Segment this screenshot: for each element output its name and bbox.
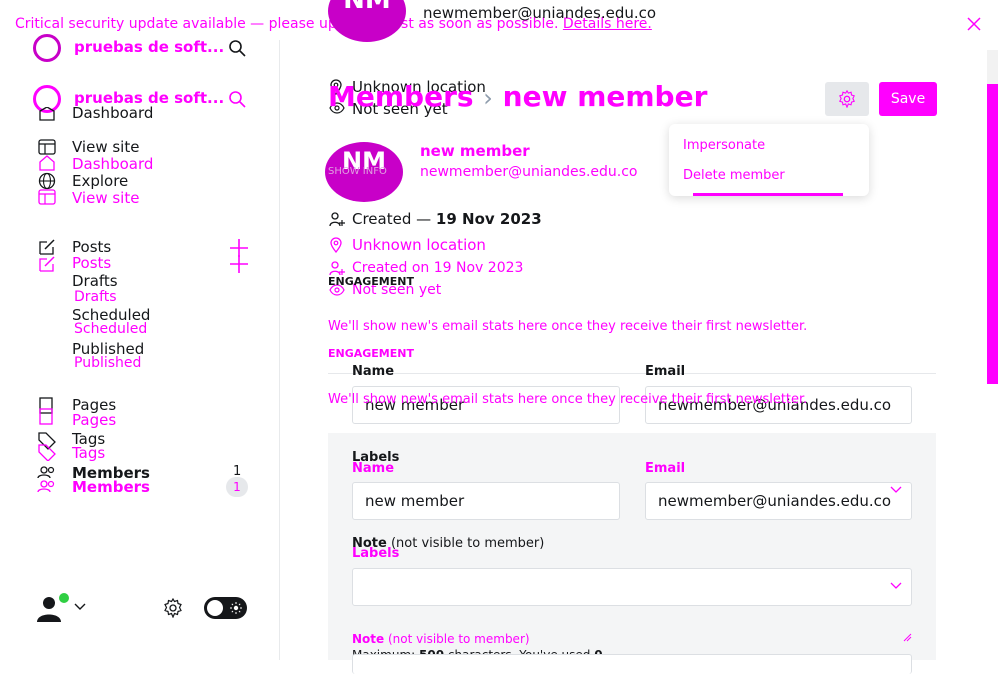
- chevron-down-icon[interactable]: [74, 603, 86, 611]
- engagement-text-ghost: We'll show new's email stats here once t…: [328, 392, 808, 407]
- email-label-ghost: Email: [645, 461, 686, 476]
- member-name: new member: [420, 142, 530, 160]
- avatar-show-info[interactable]: SHOW INFO: [328, 166, 387, 177]
- header-avatar: NM: [328, 0, 406, 42]
- gear-icon: [838, 90, 856, 108]
- pencil-icon: [38, 255, 56, 273]
- night-mode-toggle[interactable]: [204, 597, 247, 619]
- save-button[interactable]: Save: [879, 82, 937, 116]
- nav-dashboard-ghost[interactable]: Dashboard: [72, 155, 153, 173]
- engagement-heading: ENGAGEMENT: [328, 275, 414, 288]
- member-location: Unknown location: [352, 236, 486, 254]
- pencil-icon: [38, 238, 56, 256]
- members-count-badge: 1: [226, 477, 248, 497]
- close-icon[interactable]: [966, 16, 982, 32]
- engagement-heading-ghost: ENGAGEMENT: [328, 347, 414, 360]
- scrollbar-thumb[interactable]: [987, 84, 998, 384]
- note-textarea[interactable]: [352, 654, 912, 674]
- sidebar-divider: [279, 40, 280, 660]
- home-icon: [38, 107, 56, 121]
- created-label: Created —: [352, 210, 432, 228]
- user-add-icon: [329, 211, 345, 227]
- member-actions-button[interactable]: [825, 82, 869, 116]
- menu-delete-member[interactable]: Delete member: [683, 168, 785, 183]
- nav-scheduled-ghost[interactable]: Scheduled: [74, 321, 147, 337]
- nav-drafts[interactable]: Drafts: [72, 272, 118, 290]
- site-logo[interactable]: [33, 34, 61, 62]
- nav-view-site[interactable]: View site: [72, 138, 139, 156]
- scrollbar-top: [987, 50, 998, 84]
- note-hint-ghost: (not visible to member): [388, 632, 530, 646]
- member-actions-menu: Impersonate Delete member: [669, 124, 869, 196]
- nav-published-ghost[interactable]: Published: [74, 355, 141, 371]
- search-icon[interactable]: [228, 39, 246, 57]
- nav-posts-ghost[interactable]: Posts: [72, 254, 111, 272]
- user-add-icon: [329, 260, 345, 276]
- nav-view-site-ghost[interactable]: View site: [72, 189, 139, 207]
- tag-icon: [38, 431, 56, 461]
- menu-highlight-bar: [693, 193, 843, 196]
- menu-impersonate[interactable]: Impersonate: [683, 138, 765, 153]
- member-email: newmember@uniandes.edu.co: [420, 164, 638, 180]
- nav-dashboard[interactable]: Dashboard: [72, 104, 153, 122]
- location-pin-icon: [329, 237, 343, 253]
- chevron-down-icon[interactable]: [890, 486, 902, 494]
- browser-icon: [38, 189, 56, 205]
- breadcrumb-members-link[interactable]: Members: [328, 80, 474, 113]
- online-status-dot: [58, 592, 70, 604]
- chevron-down-icon[interactable]: [890, 582, 902, 590]
- member-created-on: Created on 19 Nov 2023: [352, 260, 524, 276]
- toggle-knob: [207, 600, 223, 616]
- email-label: Email: [645, 364, 686, 379]
- breadcrumb-separator: ›: [483, 84, 493, 112]
- pages-icon: [39, 397, 53, 425]
- nav-members-ghost[interactable]: Members: [72, 478, 150, 496]
- nav-tags-ghost[interactable]: Tags: [72, 444, 105, 462]
- email-input-ghost[interactable]: newmember@uniandes.edu.co: [645, 482, 912, 520]
- labels-select[interactable]: [352, 568, 912, 606]
- member-created: Created — 19 Nov 2023: [352, 210, 542, 228]
- section-divider: [328, 373, 936, 374]
- note-label-ghost: Note: [352, 632, 385, 646]
- created-date: 19 Nov 2023: [435, 210, 542, 228]
- search-icon[interactable]: [228, 90, 246, 108]
- globe-icon: [38, 172, 56, 190]
- nav-drafts-ghost[interactable]: Drafts: [74, 289, 117, 305]
- nav-explore[interactable]: Explore: [72, 172, 128, 190]
- add-post-icon[interactable]: [230, 255, 248, 273]
- labels-label-ghost: Labels: [352, 546, 400, 561]
- name-input-ghost[interactable]: new member: [352, 482, 620, 520]
- site-title[interactable]: pruebas de soft...: [74, 38, 224, 56]
- name-label-ghost: Name: [352, 461, 395, 476]
- engagement-text: We'll show new's email stats here once t…: [328, 319, 808, 334]
- note-hint: (not visible to member): [390, 536, 545, 551]
- home-icon: [38, 155, 56, 171]
- sun-icon: [230, 602, 242, 614]
- members-icon: [37, 465, 57, 495]
- header-email: newmember@uniandes.edu.co: [423, 4, 657, 22]
- settings-gear-icon[interactable]: [163, 598, 183, 618]
- breadcrumb: Members › new member: [328, 80, 707, 113]
- nav-pages-ghost[interactable]: Pages: [72, 411, 116, 429]
- resize-handle-icon[interactable]: [902, 632, 912, 642]
- browser-icon: [38, 139, 56, 155]
- name-label: Name: [352, 364, 395, 379]
- page-title: new member: [502, 80, 708, 113]
- note-label-row-ghost: Note (not visible to member): [352, 632, 530, 646]
